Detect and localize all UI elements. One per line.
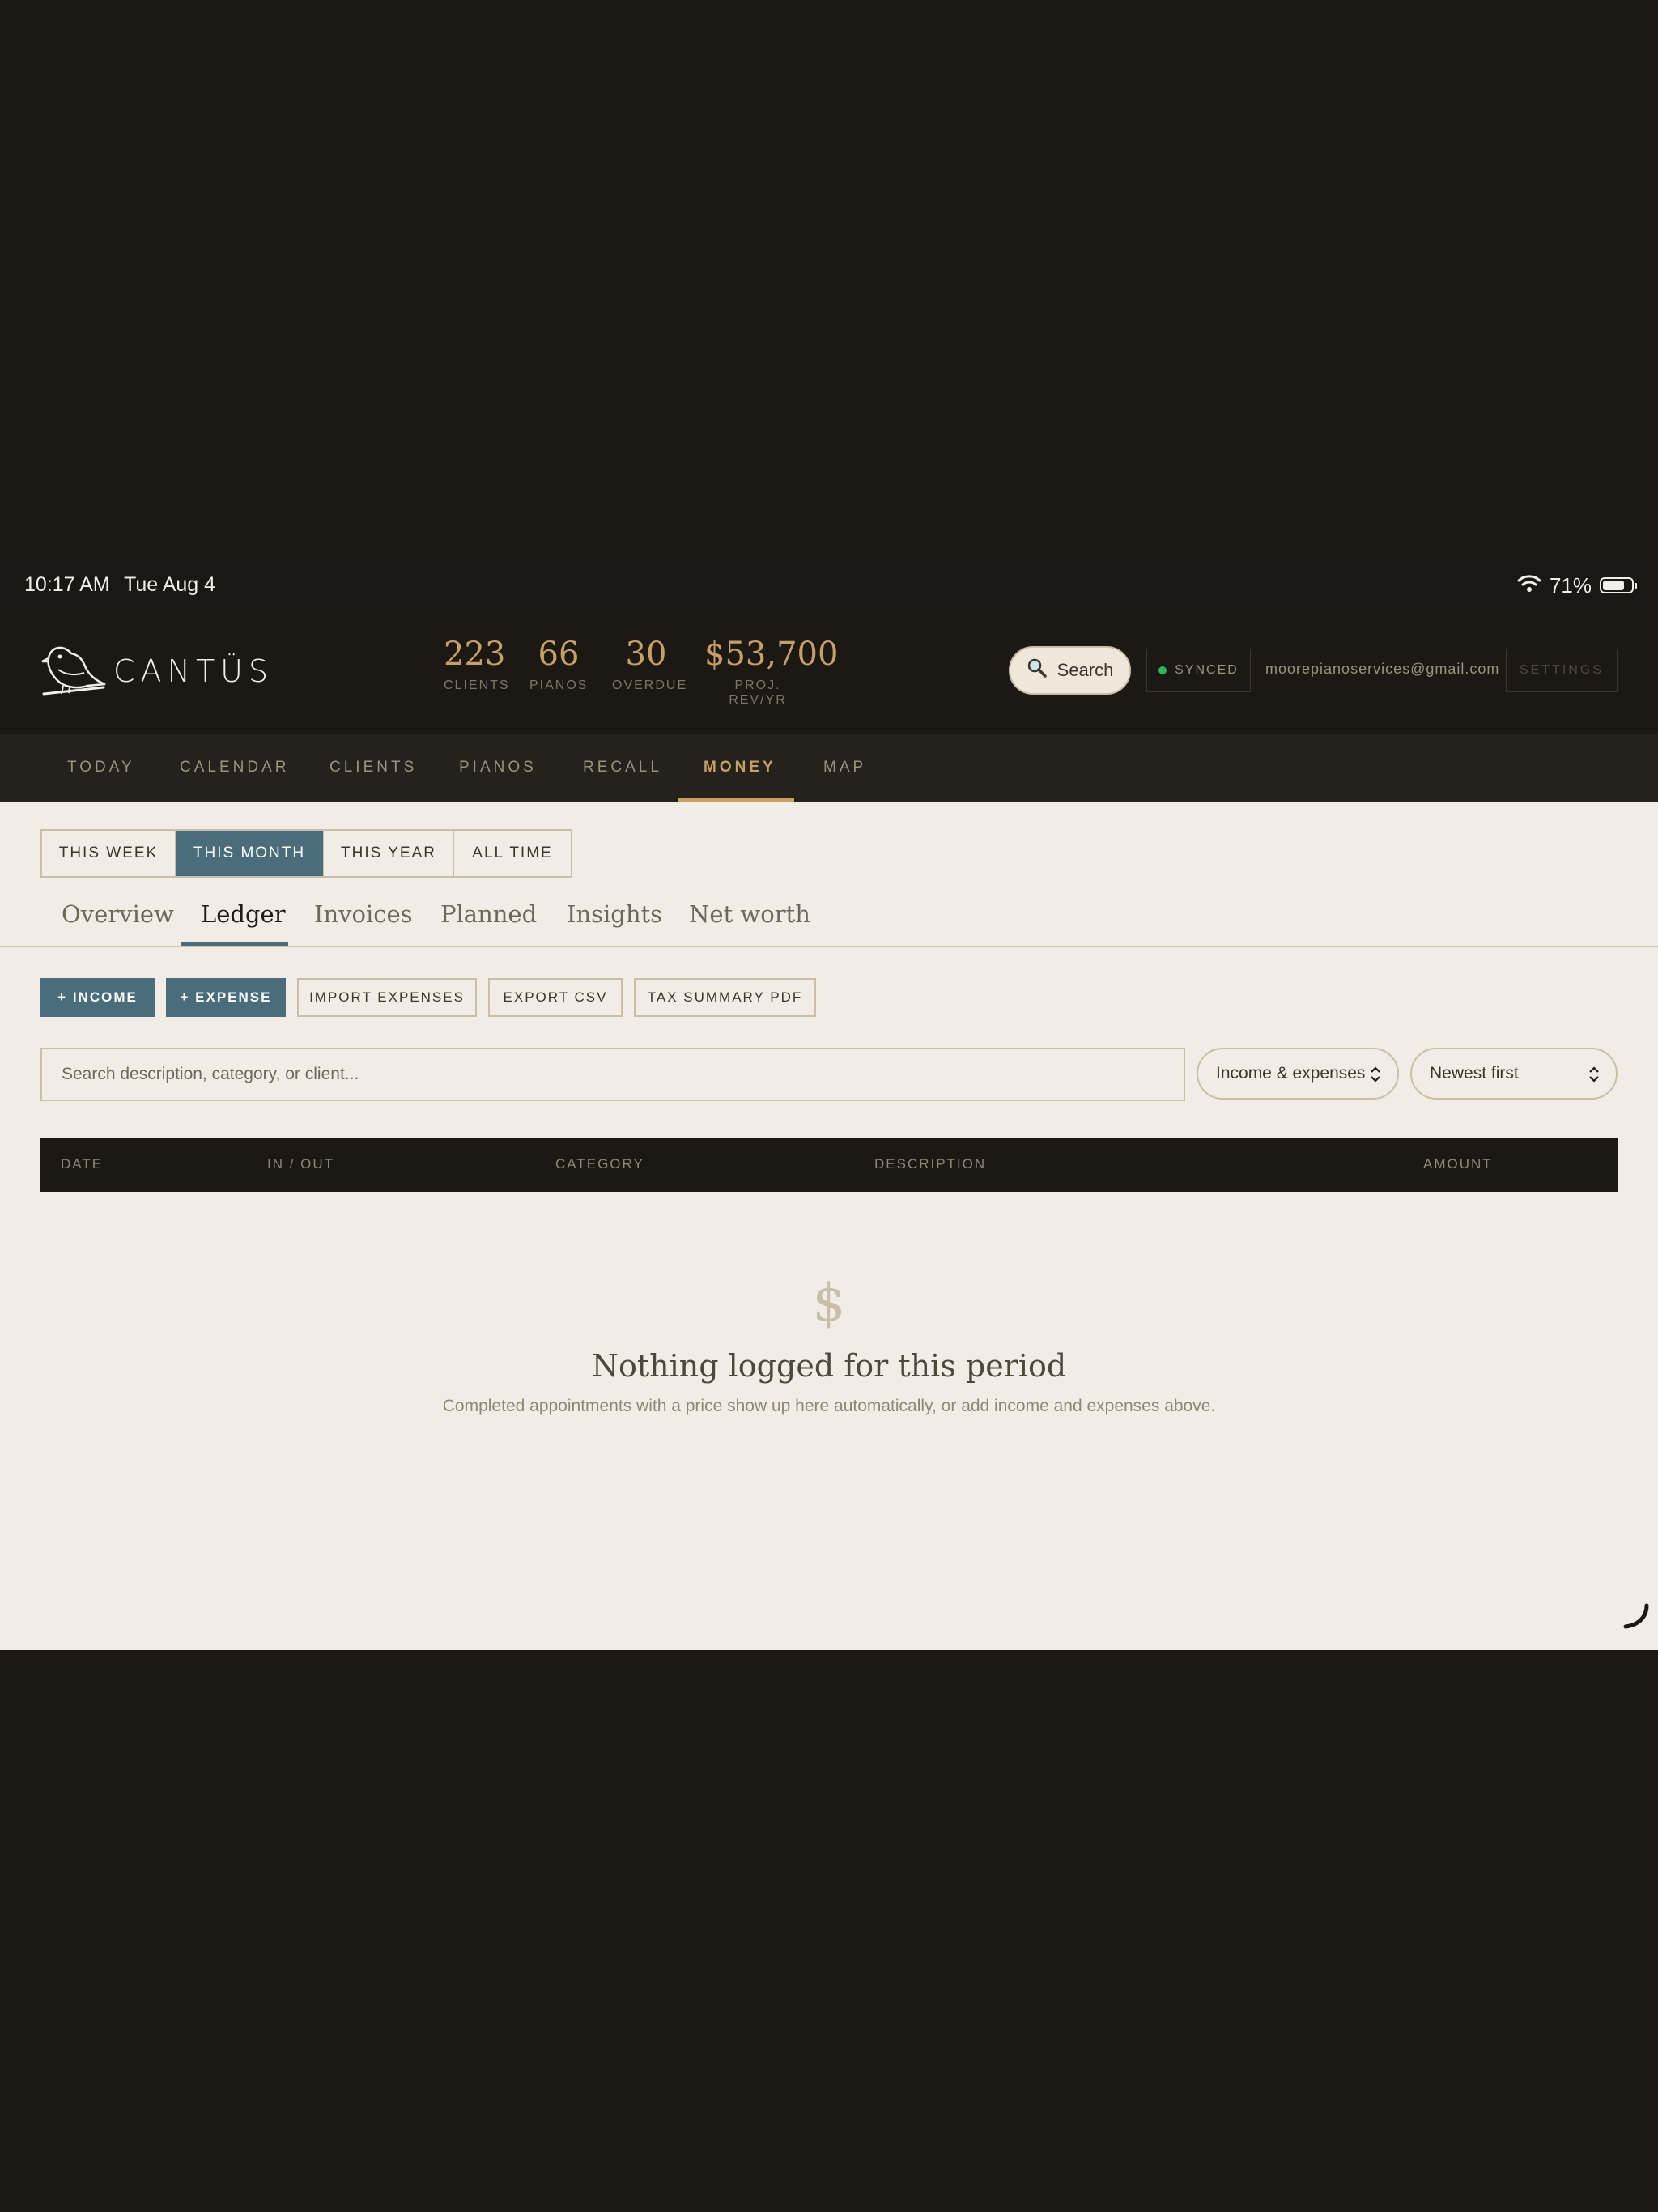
- nav-item-today[interactable]: TODAY: [67, 734, 135, 802]
- sync-status-label: SYNCED: [1175, 663, 1239, 677]
- ledger-search-field: [40, 1048, 1185, 1101]
- sync-status-badge: SYNCED: [1146, 649, 1251, 692]
- stat-label: CLIENTS: [444, 678, 510, 692]
- tab-planned[interactable]: Planned: [440, 900, 537, 928]
- brand-logo[interactable]: CANTÜS: [39, 635, 282, 708]
- stat-revenue: $53,700 PROJ. REV/YR: [704, 635, 839, 708]
- header-stats: 223 CLIENTS 66 PIANOS 30 OVERDUE $53,700…: [444, 635, 839, 708]
- money-page: THIS WEEK THIS MONTH THIS YEAR ALL TIME …: [0, 802, 1658, 1650]
- period-this-year[interactable]: THIS YEAR: [324, 831, 454, 876]
- sync-status-dot: [1158, 666, 1167, 674]
- chevron-up-down-icon: [1588, 1066, 1600, 1088]
- empty-state: $ Nothing logged for this period Complet…: [0, 1275, 1658, 1416]
- column-description[interactable]: DESCRIPTION: [874, 1156, 986, 1172]
- column-in-out[interactable]: IN / OUT: [267, 1156, 334, 1172]
- stat-value: $53,700: [704, 636, 839, 673]
- column-amount[interactable]: AMOUNT: [1423, 1156, 1493, 1172]
- sort-value: Newest first: [1430, 1064, 1519, 1083]
- money-subtabs: Overview Ledger Invoices Planned Insight…: [0, 900, 1658, 947]
- stat-pianos: 66 PIANOS: [529, 635, 588, 708]
- export-csv-button[interactable]: EXPORT CSV: [488, 978, 623, 1017]
- period-all-time[interactable]: ALL TIME: [454, 831, 571, 876]
- nav-item-calendar[interactable]: CALENDAR: [180, 734, 289, 802]
- global-search-button[interactable]: Search: [1009, 646, 1131, 695]
- sort-select[interactable]: Newest first: [1410, 1048, 1618, 1100]
- column-date[interactable]: DATE: [61, 1156, 103, 1172]
- stat-label: PROJ. REV/YR: [729, 678, 787, 707]
- subtab-divider: [0, 946, 1658, 947]
- ledger-table-header: DATE IN / OUT CATEGORY DESCRIPTION AMOUN…: [40, 1138, 1618, 1192]
- settings-button[interactable]: SETTINGS: [1506, 649, 1618, 692]
- app-header: CANTÜS 223 CLIENTS 66 PIANOS 30 OVERDUE …: [0, 610, 1658, 734]
- nav-item-map[interactable]: MAP: [823, 734, 866, 802]
- chevron-up-down-icon: [1370, 1066, 1381, 1088]
- main-nav: TODAY CALENDAR CLIENTS PIANOS RECALL MON…: [0, 734, 1658, 802]
- wifi-icon: [1517, 573, 1541, 598]
- import-expenses-button[interactable]: IMPORT EXPENSES: [297, 978, 477, 1017]
- stat-overdue: 30 OVERDUE: [612, 635, 688, 708]
- status-indicators: 71%: [1517, 572, 1637, 599]
- tab-invoices[interactable]: Invoices: [314, 900, 413, 928]
- stat-label: PIANOS: [529, 678, 589, 692]
- ledger-search-input[interactable]: [42, 1049, 1184, 1100]
- empty-state-title: Nothing logged for this period: [591, 1348, 1067, 1384]
- nav-item-clients[interactable]: CLIENTS: [329, 734, 417, 802]
- status-time: 10:17 AM: [24, 573, 110, 596]
- stat-value: 223: [444, 636, 506, 673]
- nav-item-pianos[interactable]: PIANOS: [459, 734, 537, 802]
- stat-value: 66: [538, 636, 580, 673]
- period-this-month[interactable]: THIS MONTH: [176, 831, 324, 876]
- tax-summary-pdf-button[interactable]: TAX SUMMARY PDF: [634, 978, 816, 1017]
- loading-spinner-icon: [1619, 1601, 1652, 1633]
- stat-label: OVERDUE: [612, 678, 688, 692]
- bird-logo-icon: [39, 637, 108, 706]
- nav-item-recall[interactable]: RECALL: [583, 734, 662, 802]
- add-expense-button[interactable]: + EXPENSE: [166, 978, 286, 1017]
- stat-clients: 223 CLIENTS: [444, 635, 510, 708]
- period-selector: THIS WEEK THIS MONTH THIS YEAR ALL TIME: [40, 829, 572, 878]
- ledger-actions: + INCOME + EXPENSE IMPORT EXPENSES EXPOR…: [40, 978, 816, 1017]
- status-bar: 10:17 AM Tue Aug 4 71%: [0, 560, 1658, 610]
- type-filter-select[interactable]: Income & expenses: [1197, 1048, 1399, 1100]
- search-button-label: Search: [1056, 660, 1114, 680]
- battery-percent: 71%: [1549, 572, 1592, 598]
- battery-icon: [1600, 577, 1637, 593]
- type-filter-value: Income & expenses: [1216, 1064, 1366, 1083]
- nav-item-money[interactable]: MONEY: [704, 734, 776, 802]
- status-date: Tue Aug 4: [124, 573, 216, 596]
- stat-value: 30: [625, 636, 667, 673]
- tab-net-worth[interactable]: Net worth: [689, 900, 810, 928]
- tab-ledger[interactable]: Ledger: [201, 900, 286, 928]
- period-this-week[interactable]: THIS WEEK: [42, 831, 176, 876]
- app-window: 10:17 AM Tue Aug 4 71% CANTÜS 223 CLIENT…: [0, 560, 1658, 1650]
- add-income-button[interactable]: + INCOME: [40, 978, 155, 1017]
- tab-overview[interactable]: Overview: [62, 900, 174, 928]
- search-icon: [1027, 657, 1048, 683]
- column-category[interactable]: CATEGORY: [555, 1156, 644, 1172]
- empty-state-subtitle: Completed appointments with a price show…: [442, 1397, 1216, 1415]
- dollar-icon: $: [812, 1274, 846, 1334]
- tab-insights[interactable]: Insights: [567, 900, 662, 928]
- brand-name: CANTÜS: [113, 653, 274, 689]
- account-email: moorepianoservices@gmail.com: [1265, 661, 1500, 677]
